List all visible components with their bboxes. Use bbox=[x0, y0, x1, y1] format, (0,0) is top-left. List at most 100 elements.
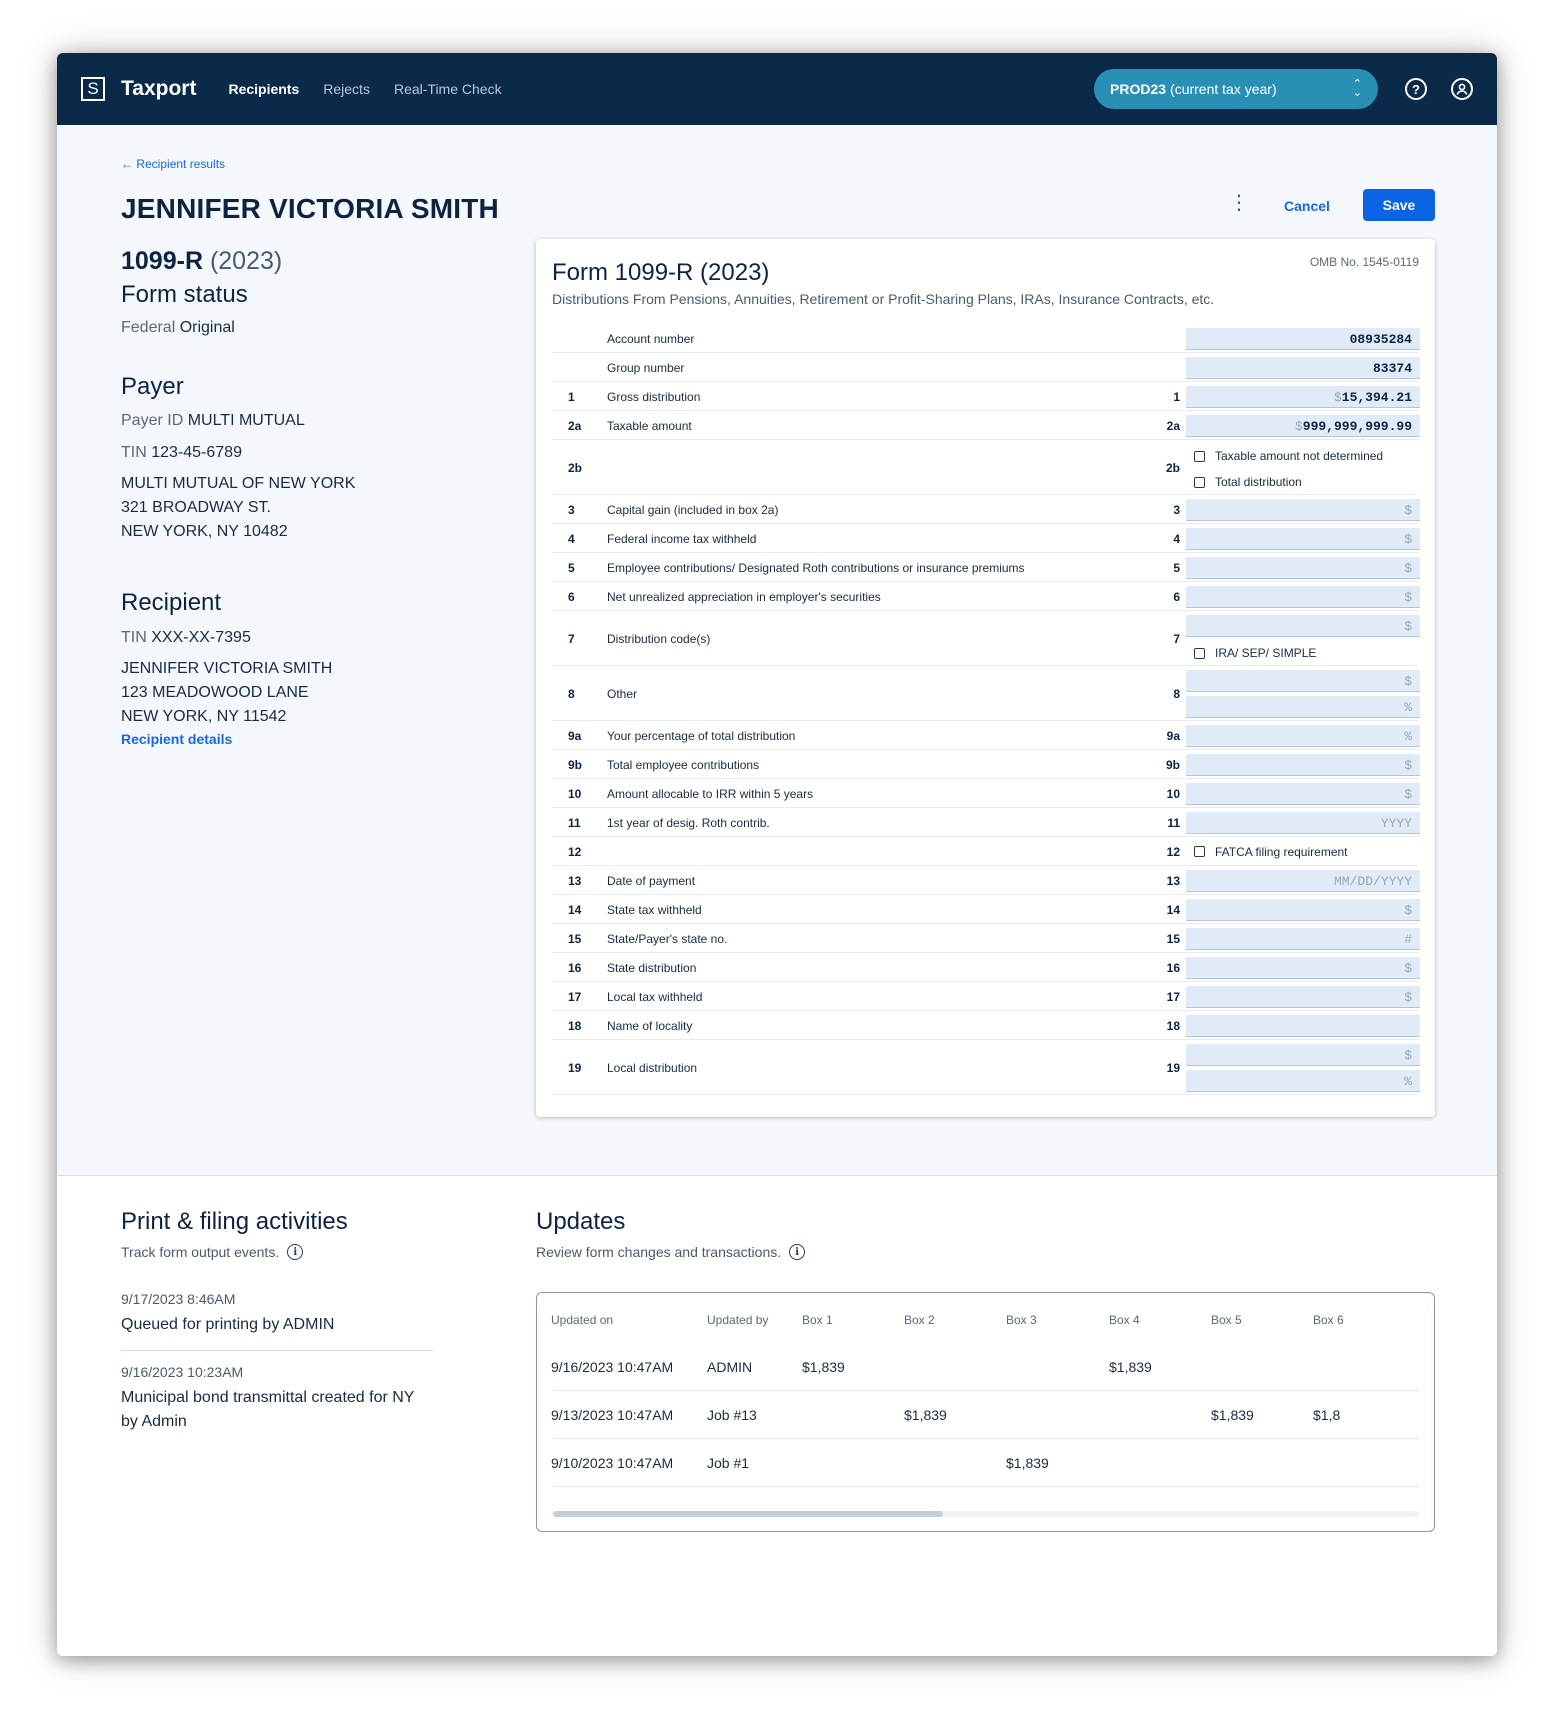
box-8-input[interactable]: % bbox=[1186, 696, 1420, 718]
box-7-input[interactable]: $ bbox=[1186, 615, 1420, 637]
info-icon[interactable]: i bbox=[287, 1244, 304, 1260]
form-row: 1 Gross distribution 1 $15,394.21 bbox=[552, 382, 1420, 411]
box-description: Amount allocable to IRR within 5 years bbox=[607, 786, 814, 801]
column-header[interactable]: Box 6 bbox=[1313, 1313, 1344, 1327]
field-placeholder: $ bbox=[1404, 502, 1412, 518]
box-field-input[interactable]: 83374 bbox=[1186, 356, 1420, 379]
more-options-icon[interactable]: ⋮ bbox=[1229, 193, 1249, 213]
nav-real-time-check[interactable]: Real-Time Check bbox=[394, 81, 502, 97]
checkbox[interactable]: Total distribution bbox=[1194, 475, 1302, 489]
box-9b-input[interactable]: $ bbox=[1186, 753, 1420, 776]
box-13-input[interactable]: MM/DD/YYYY bbox=[1186, 869, 1420, 892]
checkbox[interactable]: FATCA filing requirement bbox=[1194, 845, 1348, 859]
box-number-right: 1 bbox=[1173, 389, 1180, 404]
payer-address-line: MULTI MUTUAL OF NEW YORK bbox=[121, 475, 356, 492]
updates-subtitle-text: Review form changes and transactions. bbox=[536, 1244, 782, 1260]
box-description: Your percentage of total distribution bbox=[607, 728, 796, 743]
table-row[interactable]: 9/10/2023 10:47AM Job #1 $1,839 bbox=[551, 1439, 1419, 1487]
checkbox-box[interactable] bbox=[1194, 647, 1205, 659]
checkbox-label: FATCA filing requirement bbox=[1215, 844, 1348, 859]
top-bar: S Taxport Recipients Rejects Real-Time C… bbox=[57, 53, 1497, 125]
box-14-input[interactable]: $ bbox=[1186, 898, 1420, 921]
checkbox-label: Total distribution bbox=[1215, 475, 1302, 489]
column-header[interactable]: Box 4 bbox=[1109, 1313, 1140, 1327]
box-number: 13 bbox=[568, 873, 582, 888]
column-header[interactable]: Updated by bbox=[707, 1313, 768, 1327]
form-year: (2023) bbox=[209, 247, 283, 275]
box-number-right: 12 bbox=[1166, 844, 1180, 859]
column-header[interactable]: Box 2 bbox=[904, 1313, 935, 1327]
box-16-input[interactable]: $ bbox=[1186, 956, 1420, 979]
checkbox-box[interactable] bbox=[1194, 846, 1205, 857]
box-description: Local distribution bbox=[607, 1060, 698, 1075]
recipient-address: JENNIFER VICTORIA SMITH 123 MEADOWOOD LA… bbox=[121, 657, 332, 729]
column-header[interactable]: Updated on bbox=[551, 1313, 613, 1327]
form-row: 11 1st year of desig. Roth contrib. 11 YYYY bbox=[552, 808, 1420, 837]
box-17-input[interactable]: $ bbox=[1186, 985, 1420, 1008]
tax-year-select[interactable]: PROD23 (current tax year) ⌃ ⌄ bbox=[1094, 69, 1378, 109]
table-row[interactable]: 9/13/2023 10:47AM Job #13 $1,839 $1,839 $1,8 bbox=[551, 1391, 1419, 1439]
column-header[interactable]: Box 3 bbox=[1006, 1313, 1037, 1327]
box-19-input[interactable]: % bbox=[1186, 1070, 1420, 1092]
box-18-input[interactable] bbox=[1186, 1014, 1420, 1037]
box-number: 9b bbox=[568, 757, 583, 772]
user-icon[interactable] bbox=[1451, 78, 1473, 100]
box-6-input[interactable]: $ bbox=[1186, 585, 1420, 608]
box-number-right: 4 bbox=[1173, 531, 1180, 546]
payer-address-line: 321 BROADWAY ST. bbox=[121, 499, 271, 516]
checkbox[interactable]: IRA/ SEP/ SIMPLE bbox=[1194, 646, 1316, 660]
nav-rejects[interactable]: Rejects bbox=[323, 81, 370, 97]
recipient-title: Recipient bbox=[121, 589, 222, 616]
field-placeholder: $ bbox=[1404, 989, 1412, 1005]
box-1-input[interactable]: $15,394.21 bbox=[1186, 385, 1420, 408]
recipient-address-line: JENNIFER VICTORIA SMITH bbox=[121, 660, 333, 677]
cancel-button[interactable]: Cancel bbox=[1269, 190, 1345, 222]
save-button[interactable]: Save bbox=[1363, 189, 1435, 221]
box-field-input[interactable]: 08935284 bbox=[1186, 327, 1420, 350]
field-placeholder: $ bbox=[1404, 757, 1412, 773]
box-4-input[interactable]: $ bbox=[1186, 527, 1420, 550]
box-15-input[interactable]: # bbox=[1186, 927, 1420, 950]
form-row: 13 Date of payment 13 MM/DD/YYYY bbox=[552, 866, 1420, 895]
box-number-right: 17 bbox=[1166, 989, 1180, 1004]
checkbox-box[interactable] bbox=[1194, 476, 1205, 488]
box-number-right: 2b bbox=[1165, 460, 1180, 475]
column-header[interactable]: Box 5 bbox=[1211, 1313, 1242, 1327]
back-to-results-link[interactable]: ← Recipient results bbox=[121, 157, 225, 171]
checkbox[interactable]: Taxable amount not determined bbox=[1194, 449, 1383, 463]
box-3-input[interactable]: $ bbox=[1186, 498, 1420, 521]
box-description: State distribution bbox=[607, 960, 697, 975]
form-row: 18 Name of locality 18 bbox=[552, 1011, 1420, 1040]
form-title: Form 1099-R (2023) bbox=[552, 259, 770, 286]
column-header[interactable]: Box 1 bbox=[802, 1313, 833, 1327]
box-number-right: 11 bbox=[1167, 815, 1180, 830]
activity-divider bbox=[121, 1350, 433, 1351]
question-icon[interactable]: ? bbox=[1405, 78, 1427, 100]
payer-id-label: Payer ID bbox=[121, 412, 184, 429]
form-status-value: Federal Original bbox=[121, 319, 235, 337]
form-row: 5 Employee contributions/ Designated Roth… bbox=[552, 553, 1420, 582]
nav-recipients[interactable]: Recipients bbox=[228, 81, 299, 97]
currency-prefix: $ bbox=[1333, 389, 1342, 405]
box-11-input[interactable]: YYYY bbox=[1186, 811, 1420, 834]
box-2a-input[interactable]: $999,999,999.99 bbox=[1186, 414, 1420, 437]
box-number: 16 bbox=[568, 960, 582, 975]
table-row[interactable]: 9/16/2023 10:47AM ADMIN $1,839 $1,839 bbox=[551, 1343, 1419, 1391]
box-19-input[interactable]: $ bbox=[1186, 1044, 1420, 1066]
scrollbar-thumb[interactable] bbox=[553, 1511, 943, 1517]
box-number: 1 bbox=[568, 389, 575, 404]
form-status-label: Federal bbox=[121, 319, 176, 336]
horizontal-scrollbar[interactable] bbox=[553, 1511, 1419, 1517]
box-5-input[interactable]: $ bbox=[1186, 556, 1420, 579]
updates-title: Updates bbox=[536, 1208, 626, 1235]
checkbox-box[interactable] bbox=[1194, 450, 1205, 462]
box-10-input[interactable]: $ bbox=[1186, 782, 1420, 805]
box-number: 4 bbox=[568, 531, 575, 546]
box-8-input[interactable]: $ bbox=[1186, 670, 1420, 692]
box-9a-input[interactable]: % bbox=[1186, 724, 1420, 747]
info-icon[interactable]: i bbox=[789, 1244, 806, 1260]
box-description: Distribution code(s) bbox=[607, 631, 711, 646]
recipient-address-line: NEW YORK, NY 11542 bbox=[121, 708, 287, 725]
box-number-right: 6 bbox=[1173, 589, 1180, 604]
recipient-details-link[interactable]: Recipient details bbox=[121, 731, 232, 747]
